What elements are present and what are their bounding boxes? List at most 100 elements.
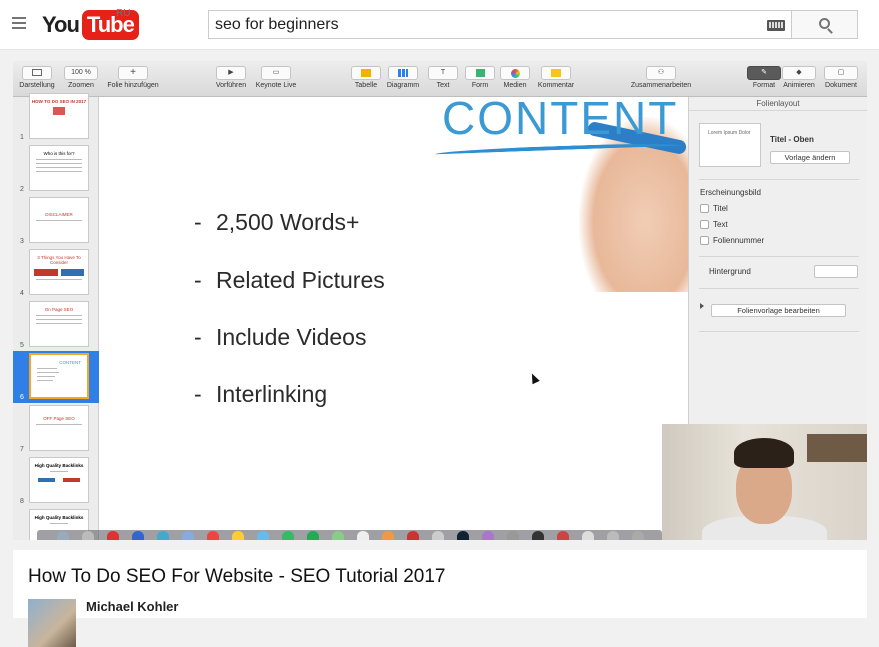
bullet-text: Interlinking <box>216 381 328 407</box>
toolbar-label: Tabelle <box>354 82 378 89</box>
toolbar-collaborate: ⚇ Zusammenarbeiten <box>623 66 699 89</box>
slide-canvas[interactable]: CONTENT -2,500 Words+ - Related Pictures … <box>99 92 699 540</box>
layout-name: Titel - Oben <box>770 135 814 144</box>
toolbar-play: ▶ Vorführen <box>213 66 249 89</box>
toolbar-label: Format <box>752 82 776 89</box>
app-icon[interactable] <box>507 531 519 540</box>
bullet-dash: - <box>194 267 202 293</box>
messages-icon[interactable] <box>282 531 294 540</box>
launchpad-icon[interactable] <box>82 531 94 540</box>
bullet-text: 2,500 Words+ <box>216 209 360 235</box>
slide-thumbnail[interactable]: 3 Things You Have To Consider 4 <box>13 247 99 299</box>
youtube-header: You Tube RU <box>0 0 879 50</box>
photos-icon[interactable] <box>357 531 369 540</box>
bullet-dash: - <box>194 209 202 235</box>
app-icon[interactable] <box>432 531 444 540</box>
finder-icon[interactable] <box>57 531 69 540</box>
app-icon[interactable] <box>582 531 594 540</box>
thumbnail-title: DISCLAIMER <box>45 212 73 217</box>
calendar-icon[interactable] <box>207 531 219 540</box>
title-checkbox[interactable] <box>700 204 709 213</box>
search-button[interactable] <box>791 10 858 39</box>
toolbar-label: Diagramm <box>386 82 420 89</box>
menu-icon[interactable] <box>12 17 26 29</box>
slide-navigator: HOW TO DO SEO IN 2017 1 Who is this for? 2… <box>13 93 99 540</box>
toolbar-label: Zoomen <box>68 82 94 89</box>
app-icon[interactable] <box>107 531 119 540</box>
toolbar-shape: Form <box>465 66 495 89</box>
app-icon[interactable] <box>332 531 344 540</box>
slide-number-checkbox[interactable] <box>700 236 709 245</box>
mail-icon[interactable] <box>182 531 194 540</box>
layout-thumbnail[interactable]: Lorem Ipsum Dolor <box>699 123 761 167</box>
toolbar-format: ✎ Format <box>747 66 781 89</box>
slide-number: 5 <box>20 342 24 349</box>
divider <box>699 179 859 180</box>
change-template-button[interactable]: Vorlage ändern <box>770 151 850 164</box>
toolbar-keynote-live: ▭ Keynote Live <box>253 66 299 89</box>
toolbar-table: Tabelle <box>350 66 382 89</box>
divider <box>699 331 859 332</box>
search-input[interactable] <box>215 15 755 35</box>
thumbnail-title: 3 Things You Have To Consider <box>37 255 81 265</box>
slide-number: 4 <box>20 290 24 297</box>
trash-icon[interactable] <box>632 531 644 540</box>
macos-dock <box>37 530 662 540</box>
text-checkbox[interactable] <box>700 220 709 229</box>
bullet-text: Include Videos <box>216 324 367 350</box>
channel-avatar[interactable] <box>28 599 76 647</box>
toolbar-label: Darstellung <box>19 82 55 89</box>
toolbar-document: ▢ Dokument <box>821 66 861 89</box>
slide-thumbnail[interactable]: HOW TO DO SEO IN 2017 1 <box>13 91 99 143</box>
bullet-item: - Interlinking <box>194 381 327 408</box>
app-icon[interactable] <box>257 531 269 540</box>
slide-number: 3 <box>20 238 24 245</box>
app-icon[interactable] <box>607 531 619 540</box>
notes-icon[interactable] <box>232 531 244 540</box>
appearance-label: Erscheinungsbild <box>700 188 761 197</box>
app-icon[interactable] <box>532 531 544 540</box>
keyboard-icon[interactable] <box>767 20 785 31</box>
slide-thumbnail[interactable]: DISCLAIMER 3 <box>13 195 99 247</box>
slide-thumbnail[interactable]: On Page SEO 5 <box>13 299 99 351</box>
checkbox-label: Titel <box>713 204 728 213</box>
app-icon[interactable] <box>557 531 569 540</box>
toolbar-label: Vorführen <box>215 82 247 89</box>
app-icon[interactable] <box>457 531 469 540</box>
bullet-item: - Include Videos <box>194 324 366 351</box>
thumbnail-title: HOW TO DO SEO IN 2017 <box>31 99 87 104</box>
bullet-dash: - <box>194 324 202 350</box>
toolbar-media: Medien <box>500 66 530 89</box>
slide-thumbnail[interactable]: Who is this for? 2 <box>13 143 99 195</box>
thumbnail-title: High Quality Backlinks <box>34 463 84 468</box>
bullet-item: -2,500 Words+ <box>194 209 359 236</box>
app-icon[interactable] <box>407 531 419 540</box>
thumbnail-title: On Page SEO <box>44 307 74 312</box>
bullet-item: - Related Pictures <box>194 267 385 294</box>
video-title: How To Do SEO For Website - SEO Tutorial… <box>28 566 446 587</box>
toolbar-comment: Kommentar <box>535 66 577 89</box>
app-icon[interactable] <box>382 531 394 540</box>
toolbar-label: Text <box>436 82 450 89</box>
video-player[interactable]: Darstellung 100 % Zoomen + Folie hinzufüge… <box>13 61 867 540</box>
app-icon[interactable] <box>132 531 144 540</box>
toolbar-label: Kommentar <box>537 82 575 89</box>
slide-thumbnail[interactable]: High Quality Backlinks 8 <box>13 455 99 507</box>
edit-master-button[interactable]: Folienvorlage bearbeiten <box>711 304 846 317</box>
thumbnail-title: CONTENT <box>59 360 81 365</box>
background-label: Hintergrund <box>709 267 751 276</box>
youtube-logo[interactable]: You Tube RU <box>42 8 139 40</box>
app-icon[interactable] <box>482 531 494 540</box>
background-fill-well[interactable] <box>814 265 858 278</box>
slide-thumbnail-selected[interactable]: CONTENT 6 <box>13 351 99 403</box>
toolbar-text: T Text <box>428 66 458 89</box>
disclosure-triangle-icon[interactable] <box>700 303 704 309</box>
channel-name[interactable]: Michael Kohler <box>86 599 178 614</box>
slide-thumbnail[interactable]: OFF Page SEO 7 <box>13 403 99 455</box>
slide-number: 1 <box>20 134 24 141</box>
facetime-icon[interactable] <box>307 531 319 540</box>
safari-icon[interactable] <box>157 531 169 540</box>
toolbar-zoom: 100 % Zoomen <box>63 66 99 89</box>
slide-number: 6 <box>20 394 24 401</box>
toolbar-label: Animieren <box>783 82 815 89</box>
